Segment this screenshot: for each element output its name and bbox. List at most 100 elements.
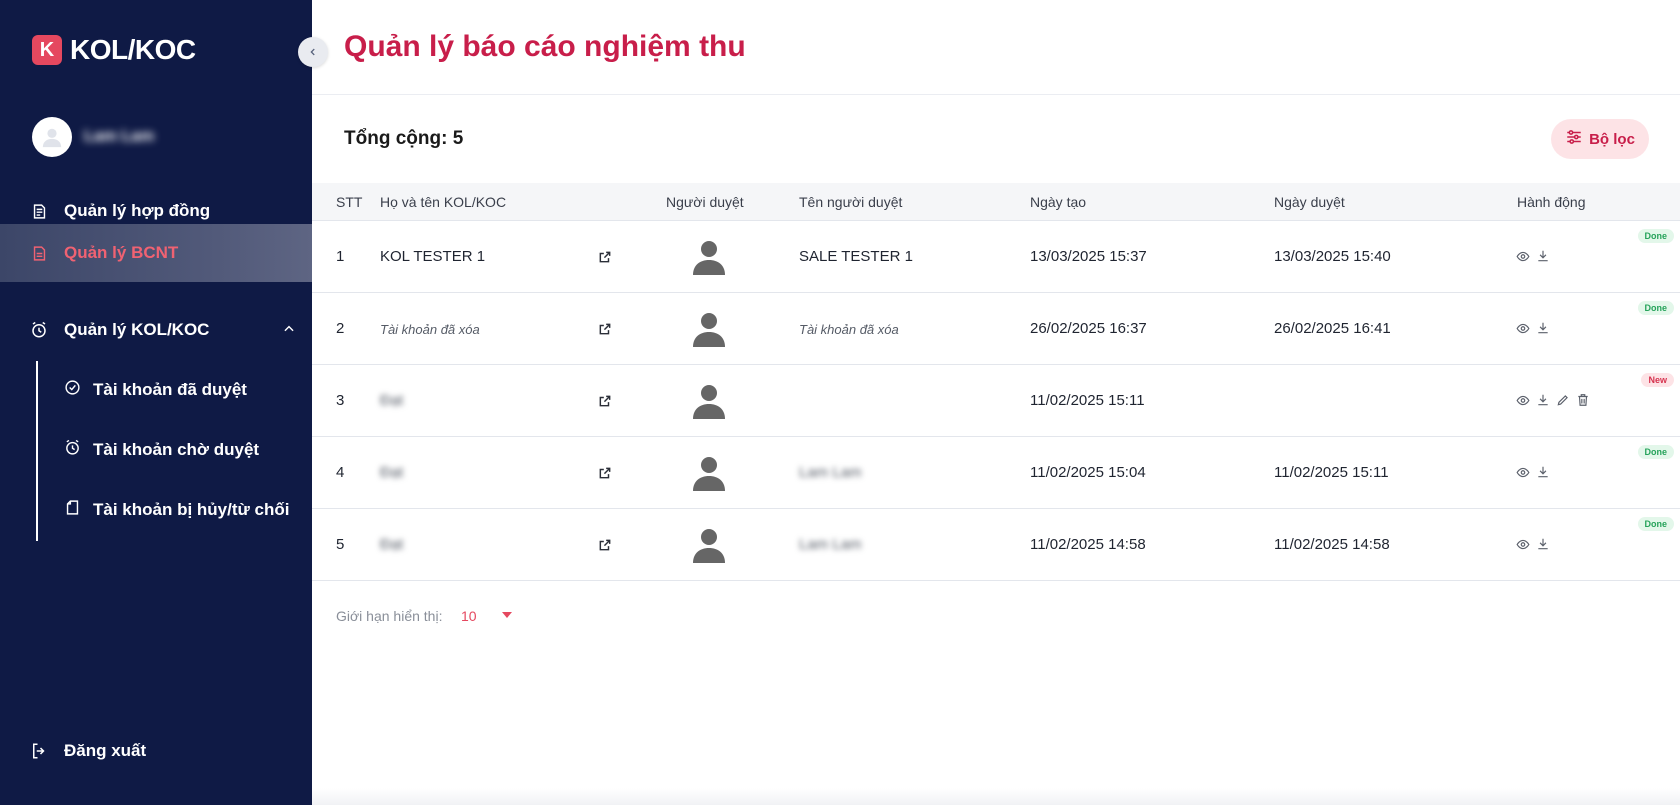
status-badge: Done: [1637, 445, 1674, 459]
cell-created-date: 11/02/2025 14:58: [1030, 536, 1146, 553]
sidebar-subitem-label: Tài khoản chờ duyệt: [93, 440, 260, 459]
download-icon[interactable]: [1536, 393, 1550, 407]
download-icon[interactable]: [1536, 249, 1550, 263]
cell-created-date: 13/03/2025 15:37: [1030, 248, 1147, 265]
scroll-shadow: [312, 788, 1680, 805]
approver-avatar-icon: [692, 455, 726, 491]
cell-approver-name: Lam Lam: [799, 536, 862, 553]
cell-created-date: 26/02/2025 16:37: [1030, 320, 1147, 337]
cell-stt: 4: [336, 464, 345, 481]
avatar: [32, 117, 72, 157]
table-row: 5 Đạt Lam Lam 11/02/2025 14:58 11/02/202…: [312, 509, 1680, 581]
approver-avatar-icon: [692, 527, 726, 563]
page-size-label: Giới hạn hiển thị:: [336, 608, 443, 624]
caret-down-icon[interactable]: [502, 612, 512, 618]
row-actions: [1516, 537, 1550, 551]
cell-created-date: 11/02/2025 15:11: [1030, 392, 1145, 409]
cell-kol-name: Đạt: [380, 536, 404, 553]
status-badge: Done: [1637, 229, 1674, 243]
sidebar-subitem-pending[interactable]: Tài khoản chờ duyệt: [64, 430, 259, 470]
cell-approved-date: 11/02/2025 14:58: [1274, 536, 1390, 553]
approver-avatar-icon: [692, 311, 726, 347]
cell-approved-date: 13/03/2025 15:40: [1274, 248, 1391, 265]
sliders-icon: [1565, 128, 1583, 150]
col-header-approver: Người duyệt: [666, 194, 744, 210]
eye-icon[interactable]: [1516, 465, 1530, 479]
sidebar-collapse-button[interactable]: [298, 37, 328, 67]
approver-avatar-icon: [692, 383, 726, 419]
cell-kol-name: Đạt: [380, 464, 404, 481]
col-header-name: Họ và tên KOL/KOC: [380, 194, 507, 210]
submenu-divider: [36, 361, 38, 541]
cell-kol-name: Tài khoản đã xóa: [380, 322, 480, 337]
sidebar: K KOL/KOC Lam Lam Quản lý hợp đồng Quản …: [0, 0, 312, 805]
download-icon[interactable]: [1536, 465, 1550, 479]
approver-avatar-icon: [692, 239, 726, 275]
page-size-select[interactable]: 10: [461, 608, 477, 624]
cell-created-date: 11/02/2025 15:04: [1030, 464, 1146, 481]
table-row: 2 Tài khoản đã xóa Tài khoản đã xóa 26/0…: [312, 293, 1680, 365]
filter-button[interactable]: Bộ lọc: [1551, 119, 1649, 159]
cell-approver-name: SALE TESTER 1: [799, 248, 913, 265]
total-count: Tổng cộng: 5: [344, 128, 464, 149]
filter-label: Bộ lọc: [1589, 130, 1635, 148]
page-title: Quản lý báo cáo nghiệm thu: [344, 30, 746, 63]
sidebar-item-bcnt[interactable]: Quản lý BCNT: [0, 224, 312, 282]
row-actions: [1516, 393, 1590, 407]
col-header-approver-name: Tên người duyệt: [799, 194, 903, 210]
trash-icon[interactable]: [1576, 393, 1590, 407]
check-circle-icon: [64, 379, 81, 401]
sidebar-subitem-approved[interactable]: Tài khoản đã duyệt: [64, 370, 247, 410]
eye-icon[interactable]: [1516, 321, 1530, 335]
table-row: 4 Đạt Lam Lam 11/02/2025 15:04 11/02/202…: [312, 437, 1680, 509]
external-link-icon[interactable]: [598, 466, 612, 480]
table-row: 3 Đạt 11/02/2025 15:11 New: [312, 365, 1680, 437]
sidebar-subitem-rejected[interactable]: Tài khoản bị hủy/từ chối: [64, 490, 290, 530]
edit-icon[interactable]: [1556, 393, 1570, 407]
eye-icon[interactable]: [1516, 393, 1530, 407]
logout-label: Đăng xuất: [64, 741, 147, 760]
cell-stt: 2: [336, 320, 345, 337]
cell-stt: 3: [336, 392, 345, 409]
external-link-icon[interactable]: [598, 394, 612, 408]
main-content: Quản lý báo cáo nghiệm thu Tổng cộng: 5 …: [312, 0, 1680, 805]
download-icon[interactable]: [1536, 537, 1550, 551]
sidebar-item-kol-koc[interactable]: Quản lý KOL/KOC: [0, 301, 312, 359]
status-badge: Done: [1637, 517, 1674, 531]
app-logo[interactable]: K KOL/KOC: [32, 34, 196, 66]
user-name: Lam Lam: [84, 128, 155, 145]
status-badge: New: [1641, 373, 1674, 387]
col-header-actions: Hành động: [1517, 194, 1586, 210]
external-link-icon[interactable]: [598, 538, 612, 552]
status-badge: Done: [1637, 301, 1674, 315]
col-header-stt: STT: [336, 194, 363, 210]
logo-mark-icon: K: [32, 35, 62, 65]
external-link-icon[interactable]: [598, 322, 612, 336]
cell-approver-name: Tài khoản đã xóa: [799, 322, 899, 337]
eye-icon[interactable]: [1516, 537, 1530, 551]
chevron-left-icon: [308, 45, 318, 60]
file-icon: [64, 499, 81, 521]
col-header-created: Ngày tạo: [1030, 194, 1087, 210]
sidebar-subitem-label: Tài khoản đã duyệt: [93, 380, 247, 399]
cell-approved-date: 11/02/2025 15:11: [1274, 464, 1389, 481]
cell-kol-name: KOL TESTER 1: [380, 248, 486, 265]
sidebar-item-label: Quản lý KOL/KOC: [64, 320, 210, 339]
cell-stt: 1: [336, 248, 345, 265]
row-actions: [1516, 465, 1550, 479]
table-header: STT Họ và tên KOL/KOC Người duyệt Tên ng…: [312, 183, 1680, 221]
alarm-clock-icon: [30, 321, 48, 339]
sidebar-item-label: Quản lý BCNT: [64, 243, 179, 262]
user-profile[interactable]: Lam Lam: [32, 117, 154, 157]
user-avatar-icon: [42, 128, 62, 148]
logout-button[interactable]: Đăng xuất: [0, 722, 312, 780]
cell-approver-name: Lam Lam: [799, 464, 862, 481]
cell-kol-name: Đạt: [380, 392, 404, 409]
sidebar-item-label: Quản lý hợp đồng: [64, 201, 211, 220]
logout-icon: [30, 742, 48, 760]
external-link-icon[interactable]: [598, 250, 612, 264]
chevron-up-icon[interactable]: [282, 321, 296, 341]
download-icon[interactable]: [1536, 321, 1550, 335]
eye-icon[interactable]: [1516, 249, 1530, 263]
row-actions: [1516, 321, 1550, 335]
